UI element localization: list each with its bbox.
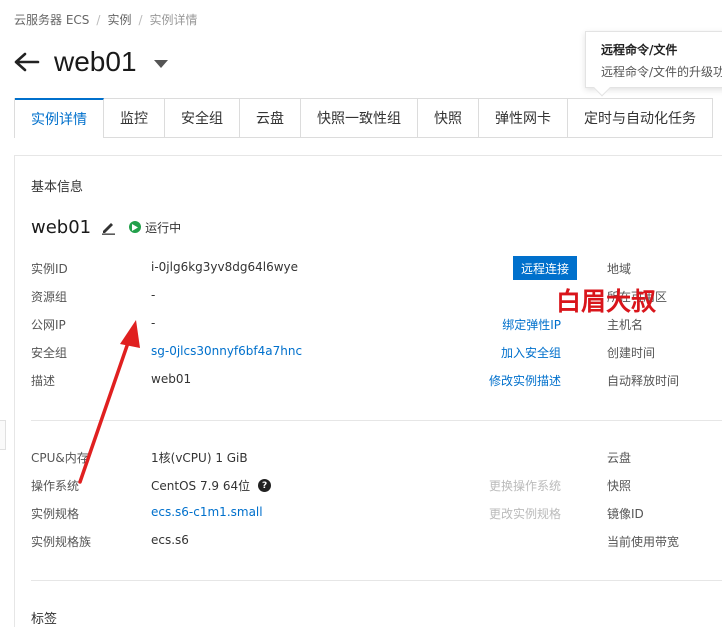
- breadcrumb-separator: /: [96, 12, 101, 27]
- title-row: web01: [14, 42, 168, 82]
- tooltip: 远程命令/文件 远程命令/文件的升级功: [585, 31, 722, 97]
- status-badge: 运行中: [129, 219, 181, 236]
- label-created-time: 创建时间: [607, 346, 656, 360]
- label-instance-id: 实例ID: [31, 262, 68, 276]
- value-os: CentOS 7.9 64位: [151, 479, 251, 493]
- value-cpu-memory: 1核(vCPU) 1 GiB: [151, 451, 248, 465]
- tab-snapshot-consistency-groups[interactable]: 快照一致性组: [301, 99, 418, 137]
- value-public-ip: -: [151, 316, 156, 330]
- section-title-tags: 标签: [31, 612, 58, 627]
- tab-monitoring[interactable]: 监控: [104, 99, 165, 137]
- tab-bar: 实例详情 监控 安全组 云盘 快照一致性组 快照 弹性网卡 定时与自动化任务: [14, 98, 713, 138]
- value-instance-family: ecs.s6: [151, 533, 189, 547]
- change-instance-type-link[interactable]: 更改实例规格: [489, 505, 561, 522]
- row-instance-type: 实例规格 ecs.s6-c1m1.small 更改实例规格 镜像ID: [31, 503, 722, 523]
- label-os: 操作系统: [31, 479, 80, 493]
- label-instance-type: 实例规格: [31, 507, 80, 521]
- side-panel-handle[interactable]: [0, 420, 6, 450]
- tooltip-text: 远程命令/文件的升级功: [601, 65, 722, 79]
- status-text: 运行中: [145, 220, 182, 235]
- label-disk: 云盘: [607, 451, 632, 465]
- value-instance-type-link[interactable]: ecs.s6-c1m1.small: [151, 505, 263, 519]
- tab-security-groups[interactable]: 安全组: [165, 99, 240, 137]
- row-instance-id: 实例ID i-0jlg6kg3yv8dg64l6wye 远程连接 地域: [31, 256, 722, 280]
- breadcrumb-ecs[interactable]: 云服务器 ECS: [14, 11, 89, 28]
- value-security-group-link[interactable]: sg-0jlcs30nnyf6bf4a7hnc: [151, 344, 302, 358]
- label-public-ip: 公网IP: [31, 318, 66, 332]
- value-description: web01: [151, 372, 192, 386]
- divider: [31, 420, 722, 421]
- breadcrumb-separator: /: [138, 12, 143, 27]
- page-title: web01: [54, 46, 137, 77]
- tab-snapshots[interactable]: 快照: [418, 99, 479, 137]
- label-region: 地域: [607, 262, 632, 276]
- instance-name-row: web01 运行中: [31, 216, 181, 238]
- label-bandwidth: 当前使用带宽: [607, 535, 680, 549]
- change-os-link[interactable]: 更换操作系统: [489, 477, 561, 494]
- row-description: 描述 web01 修改实例描述 自动释放时间: [31, 370, 722, 390]
- label-security-group: 安全组: [31, 346, 68, 360]
- divider: [31, 580, 722, 581]
- row-instance-family: 实例规格族 ecs.s6 当前使用带宽: [31, 531, 722, 551]
- join-security-group-link[interactable]: 加入安全组: [501, 344, 561, 361]
- tab-scheduled-tasks[interactable]: 定时与自动化任务: [568, 99, 713, 137]
- edit-icon[interactable]: [101, 219, 117, 235]
- row-cpu-memory: CPU&内存 1核(vCPU) 1 GiB 云盘: [31, 447, 722, 467]
- details-panel: 基本信息 web01 运行中 实例ID i-0jlg6kg3yv8dg64l6w…: [14, 155, 722, 627]
- tab-eni[interactable]: 弹性网卡: [479, 99, 568, 137]
- label-resource-group: 资源组: [31, 290, 68, 304]
- chevron-down-icon[interactable]: [153, 59, 168, 68]
- instance-name: web01: [31, 216, 92, 238]
- remote-connect-button[interactable]: 远程连接: [512, 256, 577, 280]
- watermark: 白眉大叔: [556, 287, 657, 316]
- value-os-wrapper: CentOS 7.9 64位 ?: [151, 477, 272, 494]
- play-icon: [129, 221, 142, 233]
- tab-instance-details[interactable]: 实例详情: [15, 98, 104, 138]
- label-image-id: 镜像ID: [607, 507, 644, 521]
- help-icon[interactable]: ?: [258, 479, 272, 492]
- value-resource-group: -: [151, 288, 156, 302]
- back-arrow-icon[interactable]: [14, 48, 42, 76]
- label-snapshot: 快照: [607, 479, 632, 493]
- breadcrumb: 云服务器 ECS / 实例 / 实例详情: [14, 11, 198, 28]
- label-instance-family: 实例规格族: [31, 535, 92, 549]
- bind-eip-link[interactable]: 绑定弹性IP: [502, 316, 561, 333]
- row-os: 操作系统 CentOS 7.9 64位 ? 更换操作系统 快照: [31, 475, 722, 495]
- breadcrumb-instances[interactable]: 实例: [107, 11, 131, 28]
- breadcrumb-current: 实例详情: [149, 13, 198, 27]
- tooltip-tail: [593, 79, 611, 97]
- row-security-group: 安全组 sg-0jlcs30nnyf6bf4a7hnc 加入安全组 创建时间: [31, 342, 722, 362]
- label-auto-release: 自动释放时间: [607, 374, 680, 388]
- edit-description-link[interactable]: 修改实例描述: [489, 372, 561, 389]
- tooltip-title: 远程命令/文件: [601, 43, 678, 57]
- tab-disks[interactable]: 云盘: [240, 99, 301, 137]
- section-title-basic-info: 基本信息: [31, 180, 84, 195]
- label-hostname: 主机名: [607, 318, 644, 332]
- label-description: 描述: [31, 374, 56, 388]
- label-cpu-memory: CPU&内存: [31, 451, 89, 465]
- value-instance-id: i-0jlg6kg3yv8dg64l6wye: [151, 260, 299, 274]
